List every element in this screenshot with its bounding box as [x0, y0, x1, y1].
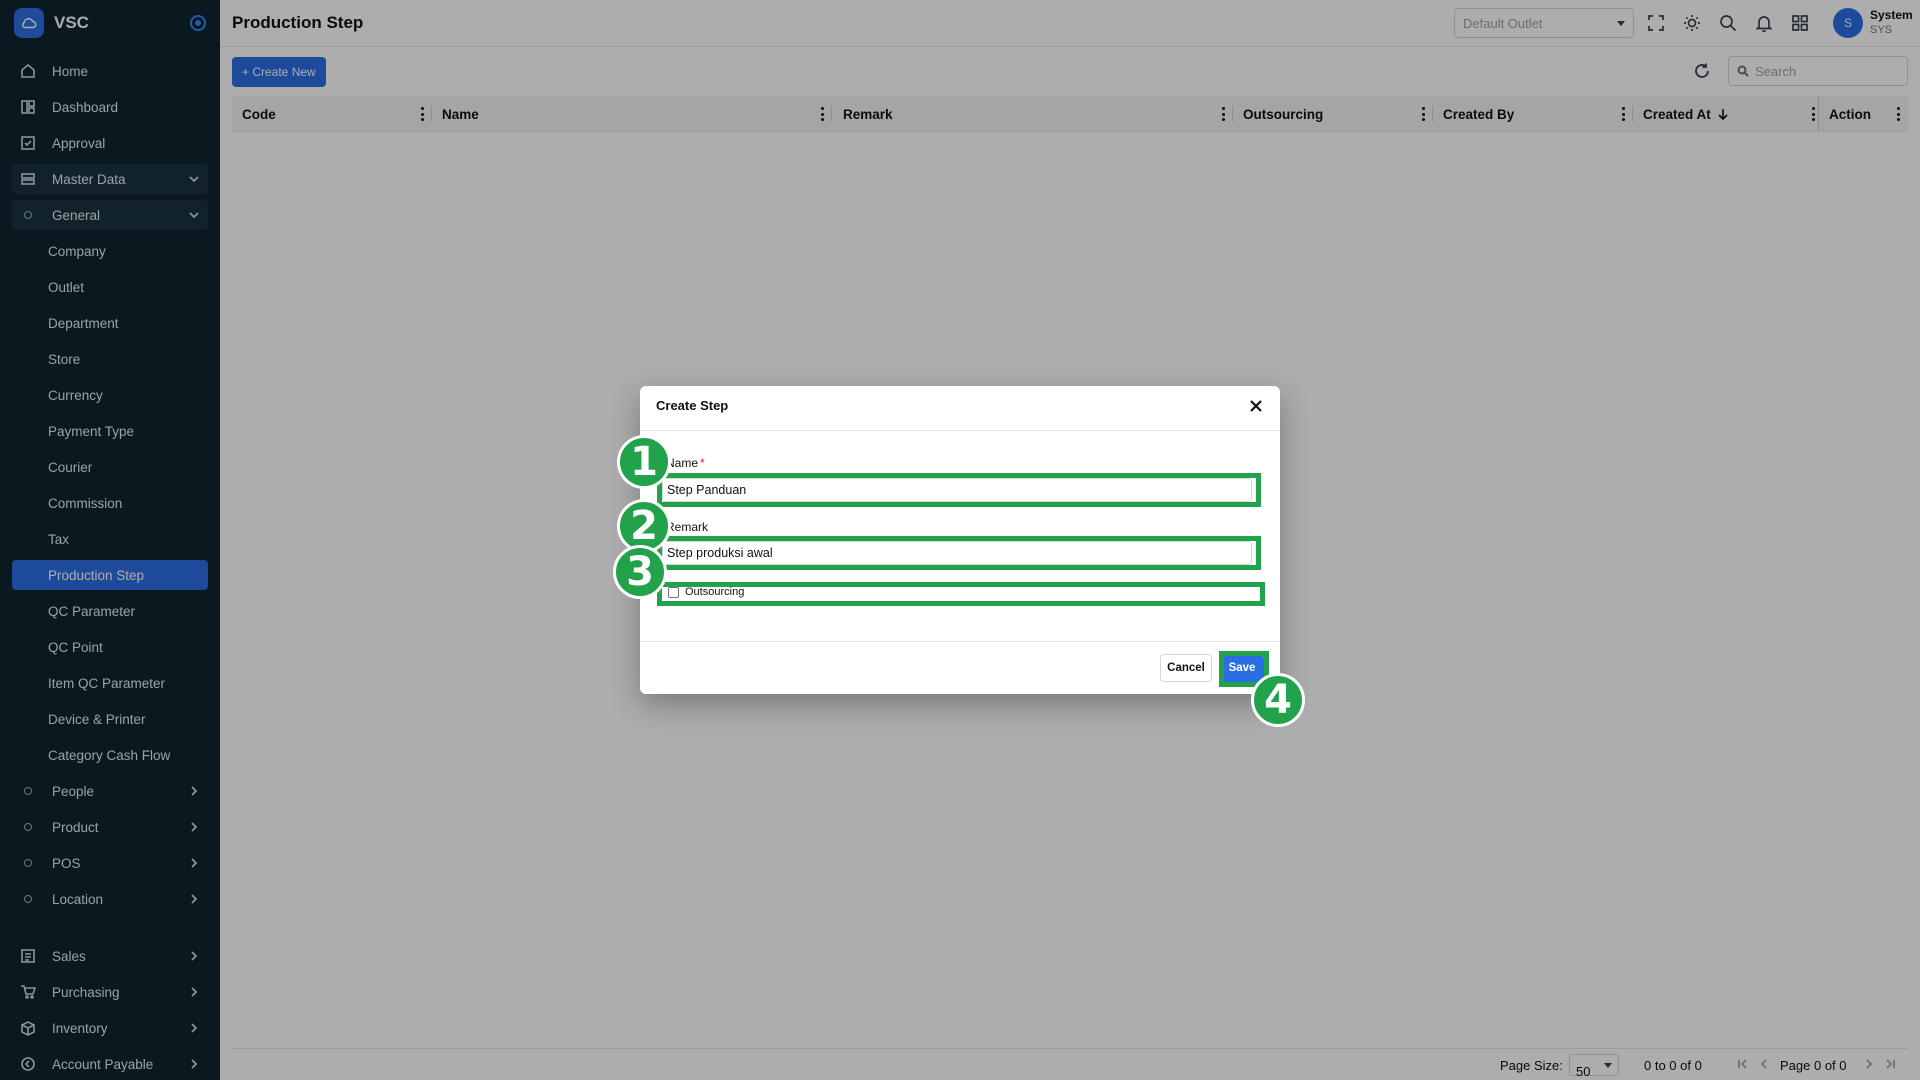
- step-badge-4: 4: [1251, 673, 1305, 727]
- highlight-box-outsourcing: [657, 582, 1265, 606]
- highlight-box-name: [657, 473, 1261, 507]
- remark-field-label: Remark: [666, 520, 709, 534]
- required-marker: *: [700, 456, 705, 470]
- divider: [640, 641, 1280, 642]
- cancel-button[interactable]: Cancel: [1160, 654, 1212, 682]
- close-icon[interactable]: [1250, 400, 1262, 412]
- dialog-title: Create Step: [656, 398, 729, 413]
- divider: [640, 430, 1280, 431]
- step-badge-3: 3: [613, 545, 667, 599]
- step-badge-1: 1: [617, 435, 671, 489]
- name-field-label: Name *: [666, 456, 705, 470]
- highlight-box-remark: [657, 536, 1261, 570]
